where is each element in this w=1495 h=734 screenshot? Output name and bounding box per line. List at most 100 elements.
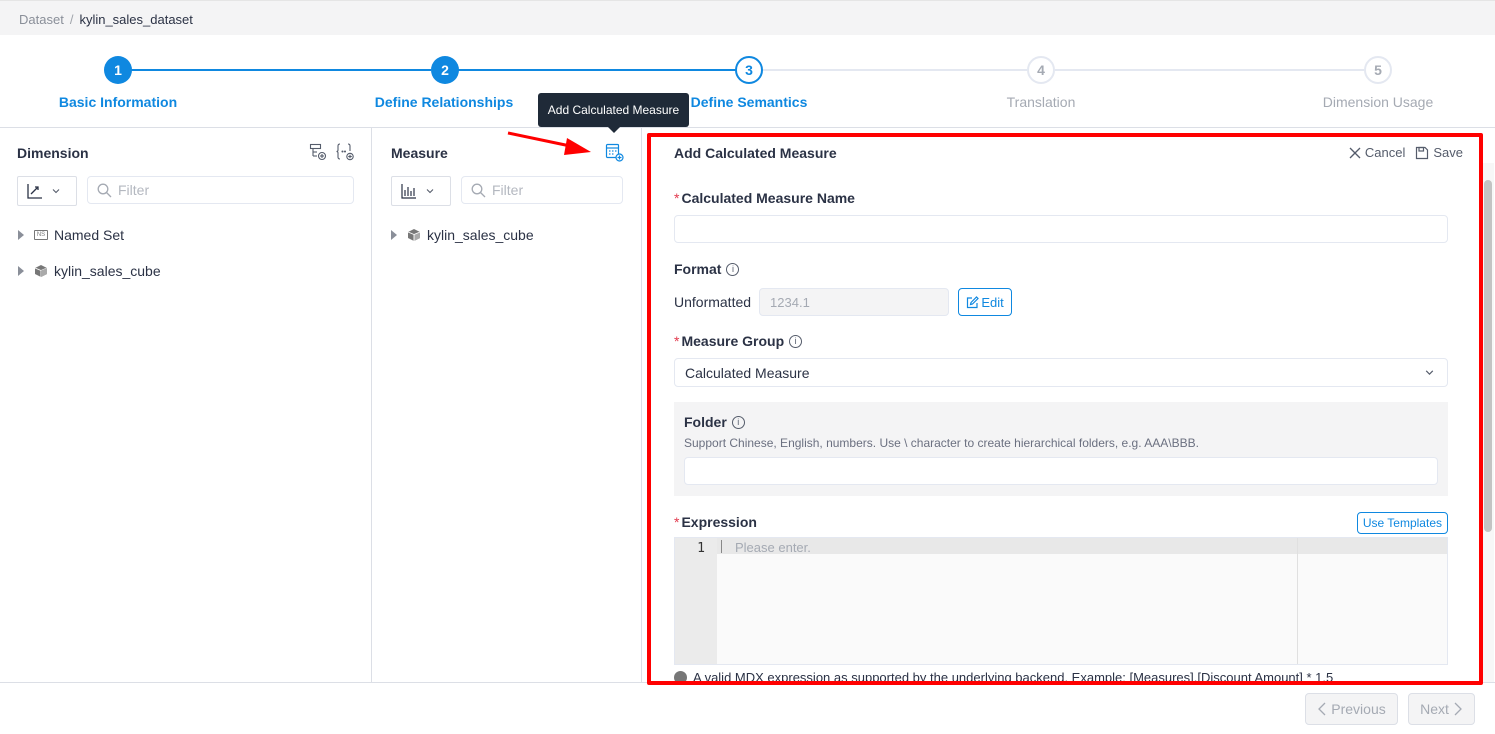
required-mark: * xyxy=(674,333,680,349)
breadcrumb: Dataset / kylin_sales_dataset xyxy=(19,12,193,27)
breadcrumb-current: kylin_sales_dataset xyxy=(79,12,193,27)
folder-field[interactable] xyxy=(685,458,1437,484)
step-3-circle[interactable]: 3 xyxy=(735,56,763,84)
editor-active-line xyxy=(717,538,1447,554)
format-label-text: Format xyxy=(674,261,722,277)
breadcrumb-dataset-link[interactable]: Dataset xyxy=(19,12,64,27)
add-hierarchy-icon xyxy=(309,143,327,161)
tree-item-label: Named Set xyxy=(54,227,125,243)
dimension-filter-input[interactable] xyxy=(87,176,354,204)
previous-button[interactable]: Previous xyxy=(1305,693,1398,725)
chevron-down-icon xyxy=(52,189,60,194)
form-header-actions: Cancel Save xyxy=(1349,145,1463,160)
measure-group-label: * Measure Group i xyxy=(674,333,803,349)
close-icon xyxy=(1349,147,1361,158)
step-4-label: Translation xyxy=(1006,94,1076,110)
step-2-label[interactable]: Define Relationships xyxy=(375,94,513,110)
tree-item-label: kylin_sales_cube xyxy=(54,263,161,279)
format-type-label: Unformatted xyxy=(674,294,752,310)
info-icon[interactable]: i xyxy=(731,415,745,429)
step-4-circle: 4 xyxy=(1027,56,1055,84)
measure-filter-input[interactable] xyxy=(461,176,623,204)
expand-caret-icon[interactable] xyxy=(18,266,24,276)
add-named-set-button[interactable] xyxy=(335,142,355,162)
search-icon xyxy=(471,183,486,197)
line-number: 1 xyxy=(697,541,705,556)
format-preview: 1234.1 xyxy=(759,288,950,316)
step-1-label[interactable]: Basic Information xyxy=(59,94,177,110)
measure-name-label: * Calculated Measure Name xyxy=(674,190,855,206)
breadcrumb-separator: / xyxy=(69,12,74,27)
step-connector xyxy=(131,69,431,71)
format-label: Format i xyxy=(674,261,740,277)
save-icon xyxy=(1416,146,1429,159)
edit-label: Edit xyxy=(981,294,1004,310)
expression-hint-text: A valid MDX expression as supported by t… xyxy=(693,670,1334,682)
use-templates-button[interactable]: Use Templates xyxy=(1356,512,1448,534)
breadcrumb-bar: Dataset / kylin_sales_dataset xyxy=(0,0,1495,35)
measure-name-label-text: Calculated Measure Name xyxy=(681,190,855,206)
expand-caret-icon[interactable] xyxy=(18,230,24,240)
tree-item-label: kylin_sales_cube xyxy=(427,227,534,243)
tree-item-cube[interactable]: kylin_sales_cube xyxy=(18,263,161,279)
measure-panel: Measure kylin_sales_cube xyxy=(373,128,642,682)
footer: Previous Next xyxy=(0,682,1495,734)
dimension-type-select[interactable] xyxy=(17,176,77,206)
save-button[interactable]: Save xyxy=(1415,145,1463,160)
step-1-circle[interactable]: 1 xyxy=(104,56,132,84)
measure-name-field[interactable] xyxy=(675,216,1447,242)
tree-item-named-set[interactable]: NS Named Set xyxy=(18,227,124,243)
format-row: Unformatted 1234.1 Edit xyxy=(674,288,1013,316)
add-hierarchy-button[interactable] xyxy=(308,142,328,162)
expand-caret-icon[interactable] xyxy=(391,230,397,240)
step-5-label: Dimension Usage xyxy=(1322,94,1434,110)
search-icon xyxy=(97,183,112,197)
edit-format-button[interactable]: Edit xyxy=(958,288,1013,316)
add-calculated-measure-button[interactable] xyxy=(604,142,624,162)
editor-cursor xyxy=(721,540,722,553)
cube-icon xyxy=(34,265,48,277)
expression-editor[interactable]: 1 Please enter. xyxy=(674,537,1448,665)
measure-group-select[interactable]: Calculated Measure xyxy=(674,358,1448,387)
required-mark: * xyxy=(674,514,680,530)
step-5-circle: 5 xyxy=(1364,56,1392,84)
step-connector xyxy=(1055,69,1364,71)
cube-icon xyxy=(407,229,421,241)
editor-gutter xyxy=(675,538,717,664)
previous-label: Previous xyxy=(1331,701,1386,717)
folder-label: Folder i xyxy=(684,414,745,430)
expression-label-text: Expression xyxy=(681,514,757,530)
measure-panel-title: Measure xyxy=(391,145,448,161)
chevron-down-icon xyxy=(426,189,434,194)
dimension-filter-field[interactable] xyxy=(118,182,323,198)
info-filled-icon xyxy=(674,671,687,682)
measure-filter-field[interactable] xyxy=(492,182,613,198)
wizard-steps: 1 Basic Information 2 Define Relationshi… xyxy=(0,35,1495,128)
cancel-label: Cancel xyxy=(1364,145,1406,160)
add-calculated-measure-form: Add Calculated Measure Cancel Save * Calc… xyxy=(643,128,1495,682)
form-title: Add Calculated Measure xyxy=(674,145,837,161)
scrollbar-thumb[interactable] xyxy=(1484,180,1492,532)
editor-placeholder: Please enter. xyxy=(735,540,811,555)
folder-input[interactable] xyxy=(684,457,1438,485)
add-calculated-measure-icon xyxy=(605,143,624,162)
folder-hint: Support Chinese, English, numbers. Use \… xyxy=(684,436,1199,450)
add-named-set-icon xyxy=(336,143,354,161)
cancel-button[interactable]: Cancel xyxy=(1349,145,1405,160)
step-connector xyxy=(458,69,736,71)
measure-group-selected: Calculated Measure xyxy=(685,364,810,381)
step-3-label[interactable]: Define Semantics xyxy=(691,94,808,110)
tree-item-cube[interactable]: kylin_sales_cube xyxy=(391,227,534,243)
required-mark: * xyxy=(674,190,680,206)
info-icon[interactable]: i xyxy=(789,334,803,348)
dimension-panel: Dimension NS Named Set kylin_sales_cube xyxy=(0,128,372,682)
dimension-panel-title: Dimension xyxy=(17,145,89,161)
measure-type-select[interactable] xyxy=(391,176,451,206)
step-connector xyxy=(763,69,1027,71)
next-button[interactable]: Next xyxy=(1408,693,1475,725)
step-2-circle[interactable]: 2 xyxy=(431,56,459,84)
edit-icon xyxy=(967,295,980,308)
info-icon[interactable]: i xyxy=(726,262,740,276)
folder-label-text: Folder xyxy=(684,414,727,430)
measure-name-input[interactable] xyxy=(674,215,1448,243)
